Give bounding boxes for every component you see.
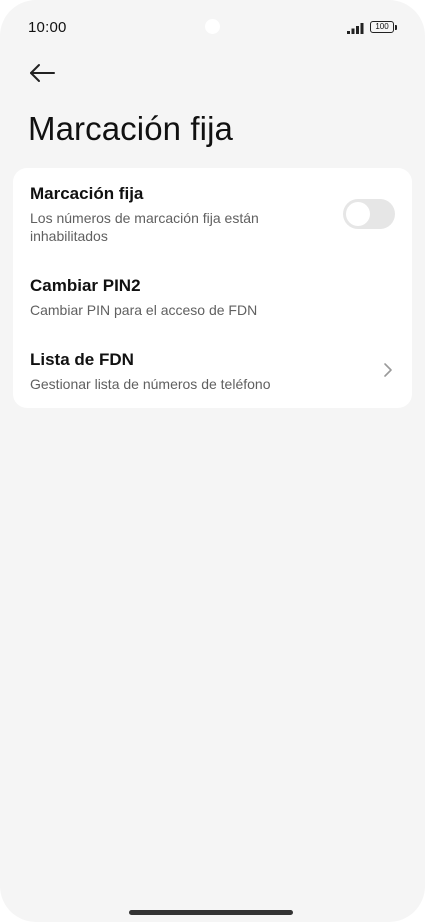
phone-screen: 10:00 100 Marcación fija Marcación fija … [0, 0, 425, 922]
page-title: Marcación fija [28, 110, 233, 147]
settings-card: Marcación fija Los números de marcación … [13, 168, 412, 408]
battery-tip [395, 24, 397, 30]
battery-level: 100 [370, 21, 394, 33]
setting-fixed-dialing[interactable]: Marcación fija Los números de marcación … [13, 184, 412, 248]
setting-fdn-list[interactable]: Lista de FDN Gestionar lista de números … [13, 350, 412, 396]
back-button[interactable] [22, 56, 62, 90]
setting-title: Lista de FDN [30, 350, 134, 369]
toggle-knob [346, 202, 370, 226]
setting-title: Cambiar PIN2 [30, 276, 141, 295]
setting-change-pin2[interactable]: Cambiar PIN2 Cambiar PIN para el acceso … [13, 276, 412, 322]
status-time: 10:00 [28, 19, 67, 36]
setting-subtitle: Cambiar PIN para el acceso de FDN [30, 302, 258, 318]
arrow-left-icon [30, 64, 55, 82]
fixed-dialing-toggle[interactable] [343, 199, 395, 229]
home-indicator[interactable] [129, 910, 293, 915]
front-camera [205, 19, 220, 34]
setting-title: Marcación fija [30, 184, 144, 203]
signal-icon [347, 23, 364, 34]
status-bar: 10:00 100 [0, 0, 425, 56]
chevron-right-icon [384, 363, 392, 377]
setting-subtitle: Gestionar lista de números de teléfono [30, 376, 271, 392]
battery-icon: 100 [370, 21, 399, 35]
setting-subtitle: Los números de marcación fija están inha… [30, 210, 259, 244]
